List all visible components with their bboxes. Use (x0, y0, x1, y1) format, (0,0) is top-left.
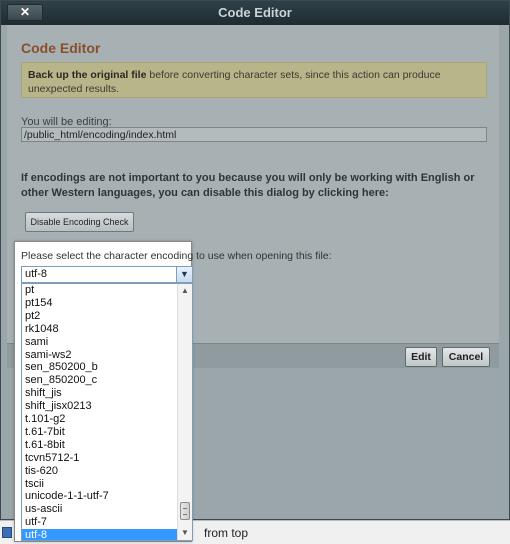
list-item[interactable]: shift_jisx0213 (22, 400, 178, 413)
list-item[interactable]: tcvn5712-1 (22, 452, 178, 465)
list-item[interactable]: t.101-g2 (22, 413, 178, 426)
list-item[interactable]: tis-620 (22, 465, 178, 478)
encoding-note: If encodings are not important to you be… (21, 172, 475, 199)
list-item[interactable]: pt2 (22, 310, 178, 323)
list-item[interactable]: sami-ws2 (22, 349, 178, 362)
warning-bold-text: Back up the original file (28, 69, 147, 81)
page-icon (2, 527, 12, 538)
page-title: Code Editor (21, 40, 101, 56)
list-item[interactable]: utf-7 (22, 516, 178, 529)
disable-encoding-check-button[interactable]: Disable Encoding Check (25, 212, 134, 232)
title-bar: ✕ Code Editor (1, 1, 509, 25)
from-top-text: from top (204, 526, 249, 540)
edit-button[interactable]: Edit (405, 347, 437, 367)
list-item[interactable]: us-ascii (22, 503, 178, 516)
list-item[interactable]: shift_jis (22, 387, 178, 400)
encoding-select-value: utf-8 (25, 268, 48, 280)
file-path-field: /public_html/encoding/index.html (21, 127, 487, 142)
list-item[interactable]: sami (22, 336, 178, 349)
list-item[interactable]: utf-8 (22, 529, 178, 540)
scroll-thumb[interactable] (180, 502, 190, 520)
list-item[interactable]: tscii (22, 478, 178, 491)
chevron-down-icon[interactable]: ▼ (176, 267, 192, 282)
backup-warning: Back up the original file before convert… (21, 62, 487, 98)
encoding-prompt: Please select the character encoding to … (21, 250, 332, 262)
list-scrollbar[interactable]: ▲ ▼ (177, 284, 192, 540)
encoding-options-list[interactable]: pt pt154 pt2 rk1048 sami sami-ws2 sen_850200_b… (21, 283, 193, 541)
list-item[interactable]: unicode-1-1-utf-7 (22, 490, 178, 503)
list-item[interactable]: pt154 (22, 297, 178, 310)
list-item[interactable]: sen_850200_c (22, 374, 178, 387)
dialog-title: Code Editor (218, 5, 292, 20)
cancel-button[interactable]: Cancel (442, 347, 490, 367)
list-item[interactable]: rk1048 (22, 323, 178, 336)
list-item[interactable]: t.61-7bit (22, 426, 178, 439)
list-item[interactable]: sen_850200_b (22, 361, 178, 374)
list-item[interactable]: t.61-8bit (22, 439, 178, 452)
arrow-up-icon[interactable]: ▲ (178, 284, 192, 298)
arrow-down-icon[interactable]: ▼ (178, 526, 192, 540)
list-item[interactable]: pt (22, 284, 178, 297)
encoding-select[interactable]: utf-8 ▼ (21, 266, 193, 283)
encoding-selector: Please select the character encoding to … (14, 241, 332, 542)
